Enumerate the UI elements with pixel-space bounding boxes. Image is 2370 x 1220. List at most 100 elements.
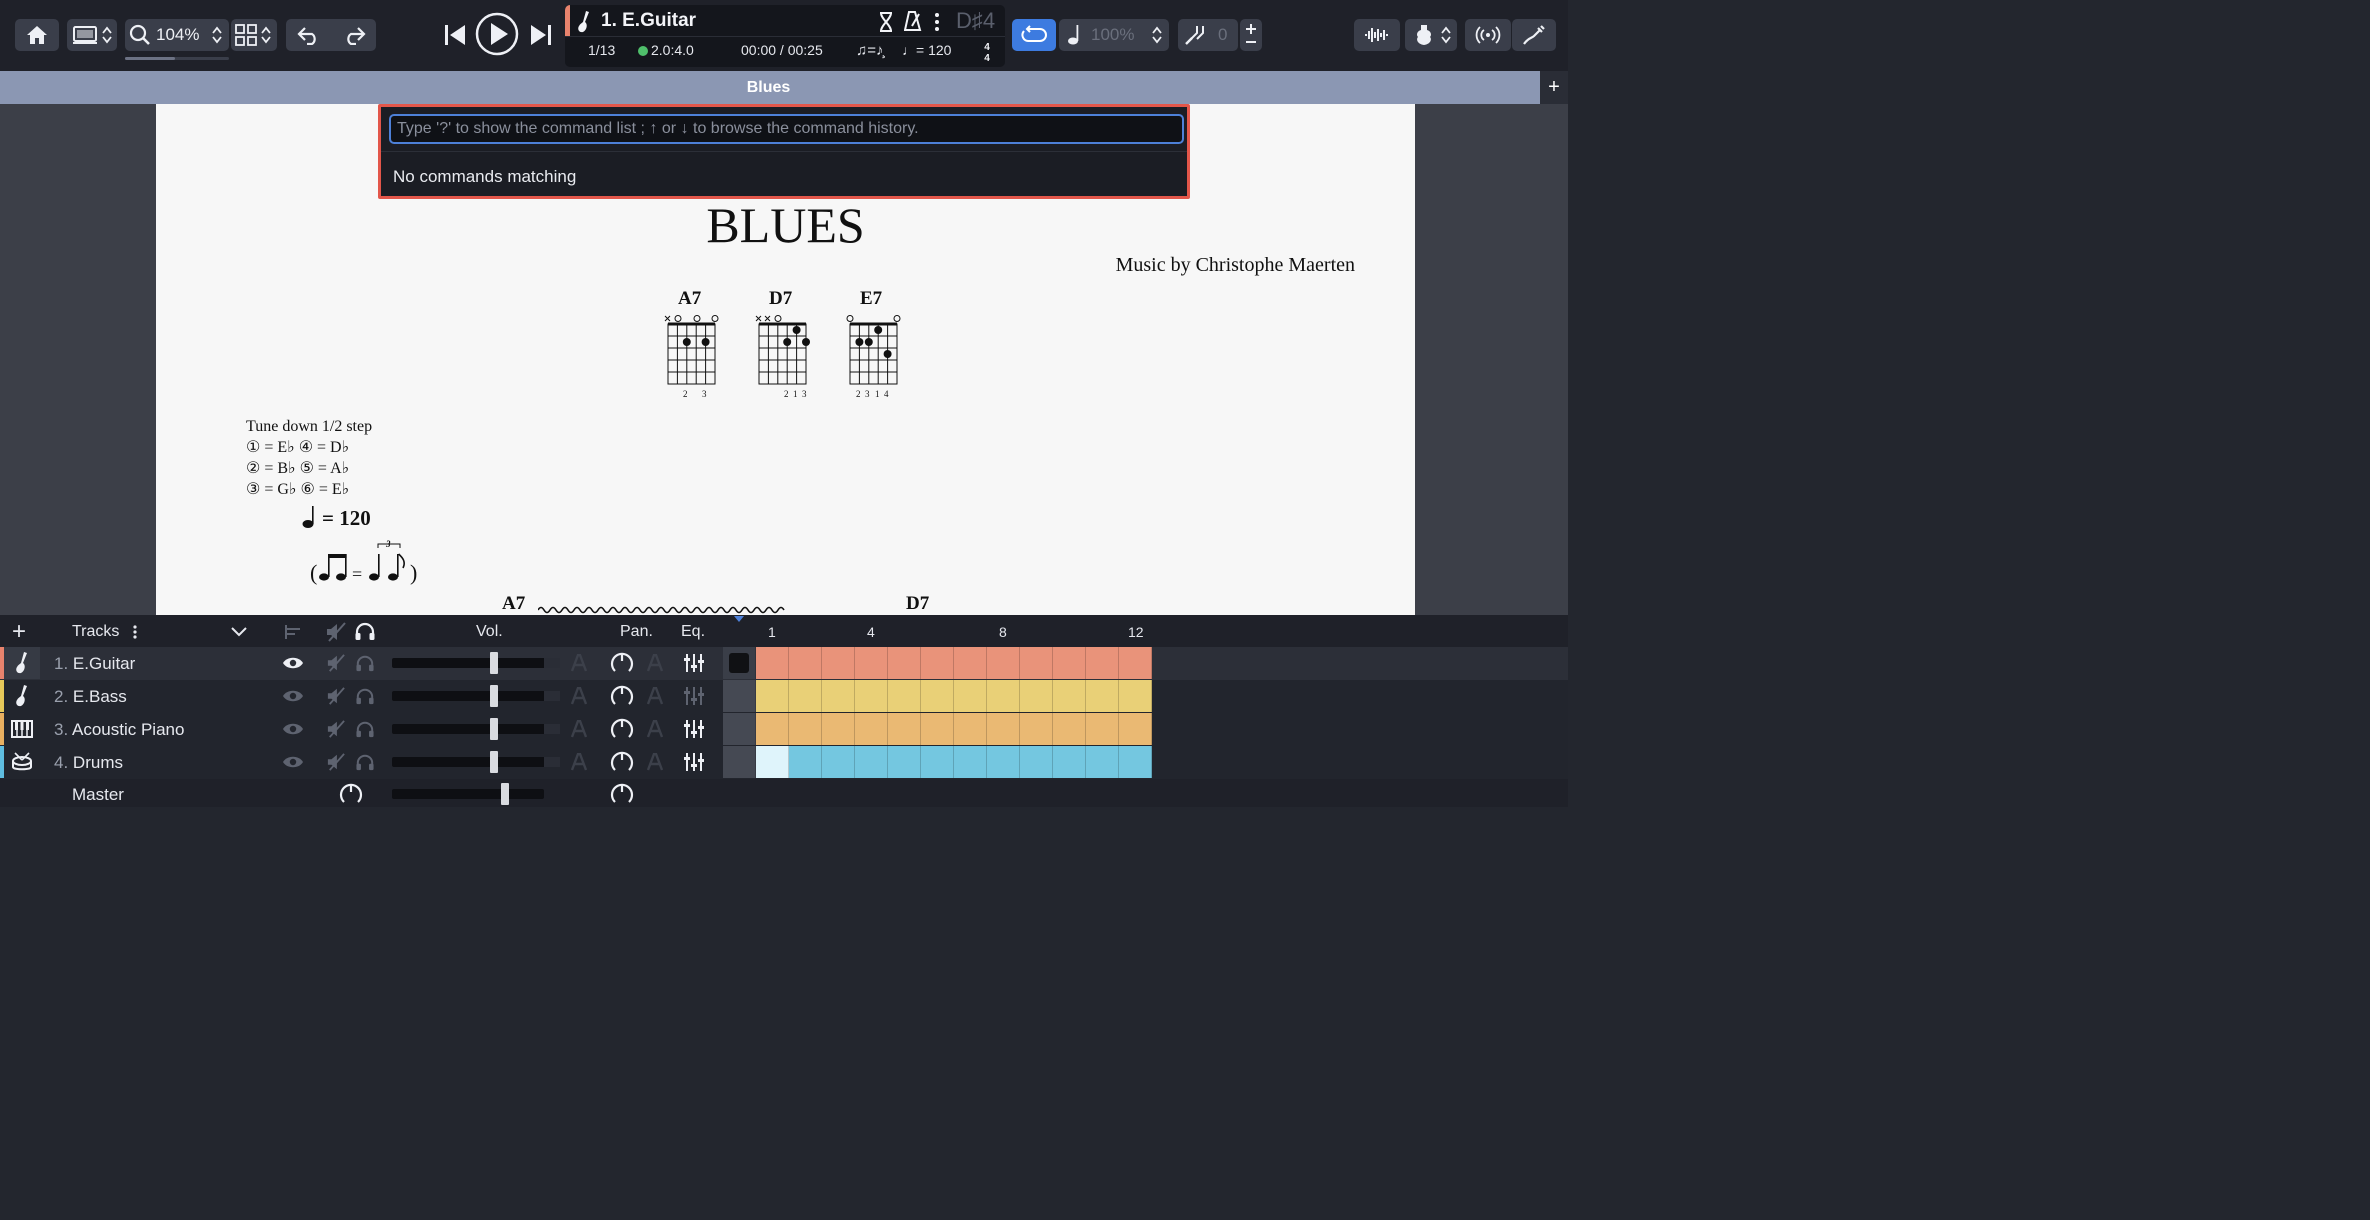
redo-button[interactable] <box>331 25 376 45</box>
add-track-button[interactable]: + <box>12 618 26 646</box>
transpose-control[interactable]: 0 <box>1178 19 1238 51</box>
track-name[interactable]: 1. E.Guitar <box>54 654 135 674</box>
mute-all-icon[interactable] <box>325 622 347 642</box>
volume-slider[interactable] <box>392 691 560 701</box>
bar-cell[interactable] <box>789 680 822 712</box>
track-row[interactable]: 4. Drums <box>0 746 1568 779</box>
chord-diagram-a7[interactable]: 23 <box>661 309 731 399</box>
automation-icon[interactable] <box>570 753 588 771</box>
view-mode-button[interactable] <box>231 19 277 51</box>
section-chord[interactable]: D7 <box>906 593 929 615</box>
track-bars[interactable] <box>723 680 1152 712</box>
volume-slider[interactable] <box>392 757 560 767</box>
bar-cell[interactable] <box>756 680 789 712</box>
chevron-down-icon[interactable] <box>231 627 247 637</box>
hourglass-icon[interactable] <box>878 12 894 32</box>
zoom-control[interactable]: 104% <box>125 19 229 51</box>
more-vertical-icon[interactable] <box>934 13 940 31</box>
add-tab-button[interactable]: + <box>1540 71 1568 104</box>
metronome-icon[interactable] <box>904 11 922 31</box>
audio-waveform-button[interactable] <box>1354 19 1400 51</box>
transpose-stepper[interactable] <box>1240 19 1262 51</box>
bar-cell[interactable] <box>1020 647 1053 679</box>
eye-icon[interactable] <box>282 722 304 736</box>
equalizer-icon[interactable] <box>683 686 705 706</box>
bar-cell[interactable] <box>1086 713 1119 745</box>
bar-cell[interactable] <box>723 680 756 712</box>
bar-cell[interactable] <box>723 746 756 778</box>
track-row[interactable]: 3. Acoustic Piano <box>0 713 1568 746</box>
bar-cell[interactable] <box>954 647 987 679</box>
volume-slider-handle[interactable] <box>490 652 498 674</box>
automation-icon[interactable] <box>570 654 588 672</box>
bar-cell[interactable] <box>822 746 855 778</box>
bar-cell[interactable] <box>954 746 987 778</box>
track-row[interactable]: 2. E.Bass <box>0 680 1568 713</box>
bar-cell[interactable] <box>1053 746 1086 778</box>
bar-cell[interactable] <box>1119 647 1152 679</box>
master-pan-knob[interactable] <box>609 781 635 807</box>
automation-icon[interactable] <box>646 687 664 705</box>
track-name[interactable]: 3. Acoustic Piano <box>54 720 184 740</box>
track-name[interactable]: 4. Drums <box>54 753 123 773</box>
bar-cell[interactable] <box>921 713 954 745</box>
pan-knob[interactable] <box>609 749 635 775</box>
more-vertical-icon[interactable] <box>132 625 138 639</box>
bar-cell[interactable] <box>855 713 888 745</box>
equalizer-icon[interactable] <box>683 719 705 739</box>
bar-cell[interactable] <box>1020 713 1053 745</box>
bar-cell[interactable] <box>723 647 756 679</box>
selected-beat-cursor[interactable] <box>729 653 749 673</box>
bar-cell[interactable] <box>756 647 789 679</box>
tuning-info[interactable]: Tune down 1/2 step ① = E♭ ④ = D♭ ② = B♭ … <box>246 416 372 500</box>
mute-icon[interactable] <box>326 753 346 771</box>
bar-cell[interactable] <box>789 746 822 778</box>
bar-cell[interactable] <box>822 713 855 745</box>
bar-cell[interactable] <box>987 680 1020 712</box>
mute-icon[interactable] <box>326 654 346 672</box>
bar-cell[interactable] <box>1053 647 1086 679</box>
tab-blues[interactable]: Blues <box>0 79 1537 97</box>
track-bars[interactable] <box>723 647 1152 679</box>
skip-forward-icon[interactable] <box>529 23 553 47</box>
pan-knob[interactable] <box>609 716 635 742</box>
bar-cell[interactable] <box>855 680 888 712</box>
volume-slider-handle[interactable] <box>490 751 498 773</box>
master-volume-slider[interactable] <box>392 789 544 799</box>
volume-slider[interactable] <box>392 724 560 734</box>
playhead-marker-icon[interactable] <box>734 616 744 622</box>
bar-cell[interactable] <box>756 713 789 745</box>
master-volume-handle[interactable] <box>501 783 509 805</box>
bar-cell[interactable] <box>1119 713 1152 745</box>
tempo-marking[interactable]: = 120 <box>322 506 371 531</box>
bar-cell[interactable] <box>987 647 1020 679</box>
bar-cell[interactable] <box>723 713 756 745</box>
bar-cell[interactable] <box>921 746 954 778</box>
automation-icon[interactable] <box>646 654 664 672</box>
automation-icon[interactable] <box>570 687 588 705</box>
headphones-icon[interactable] <box>354 621 376 641</box>
bar-cell[interactable] <box>1053 680 1086 712</box>
bar-cell[interactable] <box>855 746 888 778</box>
swing-feel-marking[interactable]: ( = 3 ) <box>310 540 422 586</box>
track-bars[interactable] <box>723 746 1152 778</box>
bar-cell[interactable] <box>1053 713 1086 745</box>
play-icon[interactable] <box>475 12 519 56</box>
chord-diagram-e7[interactable]: 2314 <box>843 309 913 399</box>
section-chord[interactable]: A7 <box>502 593 525 615</box>
pan-knob[interactable] <box>609 650 635 676</box>
bar-cell[interactable] <box>789 713 822 745</box>
bar-cell[interactable] <box>954 680 987 712</box>
bar-cell[interactable] <box>921 647 954 679</box>
eye-icon[interactable] <box>282 689 304 703</box>
loop-button[interactable] <box>1012 19 1056 51</box>
mute-icon[interactable] <box>326 720 346 738</box>
bar-cell[interactable] <box>1020 680 1053 712</box>
bar-cell[interactable] <box>888 647 921 679</box>
automation-icon[interactable] <box>570 720 588 738</box>
input-cable-button[interactable] <box>1512 19 1556 51</box>
bar-cell[interactable] <box>987 746 1020 778</box>
bar-cell[interactable] <box>822 647 855 679</box>
layout-button[interactable] <box>67 19 117 51</box>
chord-diagram-d7[interactable]: 213 <box>752 309 822 399</box>
